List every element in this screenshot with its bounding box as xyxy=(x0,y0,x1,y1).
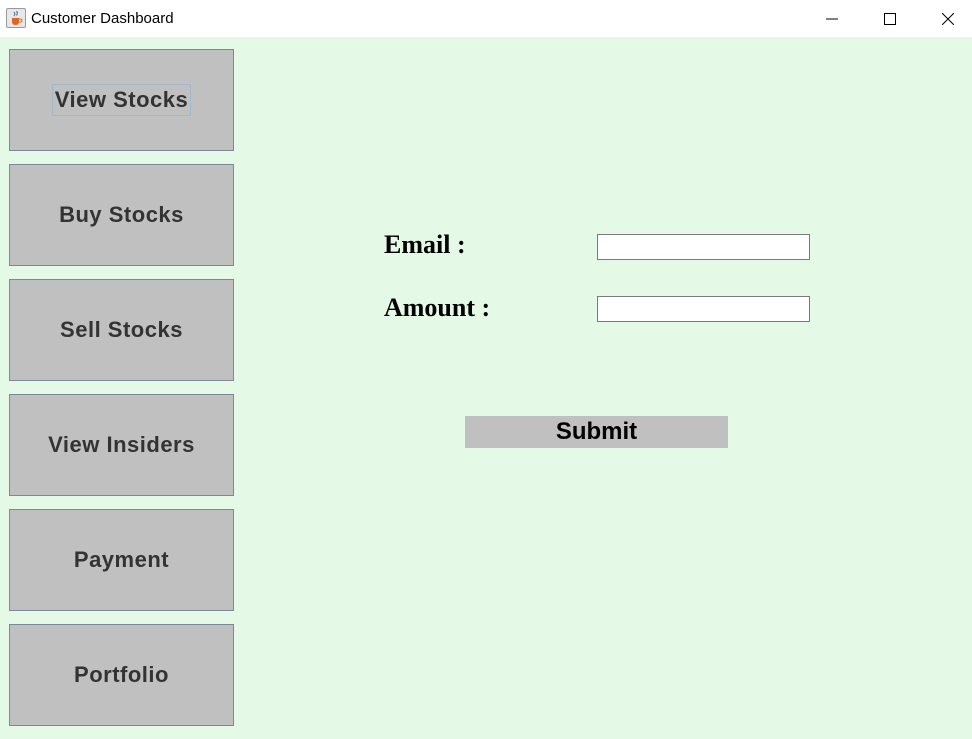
view-stocks-label: View Stocks xyxy=(51,84,192,116)
close-button[interactable] xyxy=(919,0,972,37)
amount-label: Amount : xyxy=(384,293,491,322)
submit-label: Submit xyxy=(555,418,638,445)
portfolio-label: Portfolio xyxy=(74,662,169,687)
buy-stocks-button[interactable]: Buy Stocks xyxy=(9,164,234,266)
maximize-icon xyxy=(884,12,896,25)
sell-stocks-button[interactable]: Sell Stocks xyxy=(9,279,234,381)
minimize-icon xyxy=(826,18,838,19)
view-insiders-label: View Insiders xyxy=(48,432,195,457)
submit-button[interactable]: Submit xyxy=(465,416,728,448)
portfolio-button[interactable]: Portfolio xyxy=(9,624,234,726)
dashboard-panel: View Stocks Buy Stocks Sell Stocks View … xyxy=(0,37,972,739)
view-insiders-button[interactable]: View Insiders xyxy=(9,394,234,496)
amount-field[interactable] xyxy=(597,296,810,322)
payment-label: Payment xyxy=(73,547,170,572)
minimize-button[interactable] xyxy=(803,0,861,37)
maximize-button[interactable] xyxy=(861,0,919,37)
java-cup-icon xyxy=(6,8,26,28)
close-icon xyxy=(942,12,954,25)
payment-button[interactable]: Payment xyxy=(9,509,234,611)
email-field[interactable] xyxy=(597,234,810,260)
sell-stocks-label: Sell Stocks xyxy=(60,317,183,342)
email-label: Email : xyxy=(384,230,466,259)
buy-stocks-label: Buy Stocks xyxy=(59,202,184,227)
view-stocks-button[interactable]: View Stocks xyxy=(9,49,234,151)
window-title: Customer Dashboard xyxy=(31,10,174,27)
title-bar: Customer Dashboard xyxy=(0,0,972,37)
